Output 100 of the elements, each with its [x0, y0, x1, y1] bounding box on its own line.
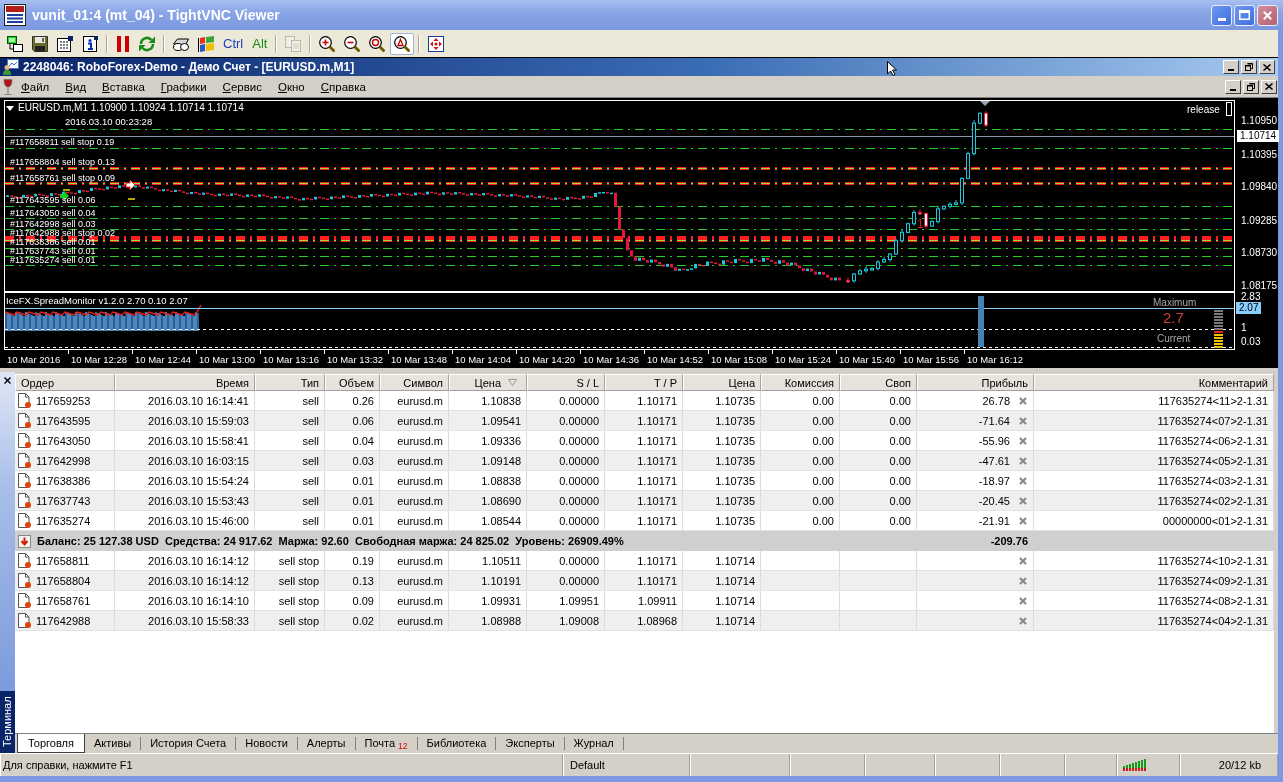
menu-item[interactable]: Файл	[13, 78, 58, 95]
table-cell: sell	[302, 494, 319, 507]
key-toggle-button[interactable]: Ctrl	[219, 32, 248, 55]
table-row[interactable]: 117658804 2016.03.10 16:14:12 sell stop 0.13 eurusd.m 1.10191 0.00000 1.10171 1.10714 117635274<09>2-1.31	[15, 571, 1274, 591]
table-row[interactable]: 117643595 2016.03.10 15:59:03 sell 0.06 eurusd.m 1.09541 0.00000 1.10171 1.10735 0.00 0.00 -71.64 117635274<07>2-1.31	[15, 411, 1274, 431]
table-cell: sell stop	[278, 594, 319, 607]
table-cell: 2016.03.10 15:46:00	[148, 514, 249, 527]
status-panel	[1000, 754, 1065, 776]
tab[interactable]: Алерты	[297, 737, 356, 750]
menu-item[interactable]: Вставка	[94, 78, 153, 95]
table-cell: 0.00000	[559, 554, 599, 567]
maximize-button[interactable]	[1234, 4, 1255, 26]
table-cell: 117643595	[36, 414, 91, 427]
table-cell: 0.13	[352, 574, 374, 587]
menu-item[interactable]: Графики	[152, 78, 215, 95]
table-cell: eurusd.m	[397, 494, 443, 507]
menu-item[interactable]: Справка	[312, 78, 374, 95]
column-header[interactable]: S / L	[527, 374, 605, 391]
tab[interactable]: Торговля	[17, 734, 85, 753]
restore-button[interactable]	[1241, 60, 1257, 74]
tab[interactable]: Журнал	[564, 737, 624, 750]
table-cell: -209.76	[990, 535, 1028, 547]
table-cell: 117643050	[36, 434, 91, 447]
tab[interactable]: Библиотека	[417, 737, 497, 750]
column-header[interactable]: Цена	[683, 374, 761, 391]
table-row[interactable]: 117642988 2016.03.10 15:58:33 sell stop 0.02 eurusd.m 1.08988 1.09008 1.08968 1.10714 117635274<04>2-1.31	[15, 611, 1274, 631]
tab[interactable]: Новости	[236, 737, 298, 750]
scale-label: 0.03	[1241, 336, 1261, 348]
tab[interactable]: Почта $_{12}$	[355, 737, 418, 750]
column-header[interactable]: Своп	[840, 374, 917, 391]
restore-button[interactable]	[1243, 79, 1259, 94]
table-cell: -55.96	[978, 434, 1010, 447]
column-header[interactable]: Тип	[255, 374, 325, 391]
close-icon	[1263, 63, 1271, 71]
table-row[interactable]: 117643050 2016.03.10 15:58:41 sell 0.04 eurusd.m 1.09336 0.00000 1.10171 1.10735 0.00 0.00 -55.96 117635274<06>2-1.31	[15, 431, 1274, 451]
column-header[interactable]: Время	[115, 374, 255, 391]
table-cell: 0.00000	[559, 414, 599, 427]
table-row[interactable]: 117637743 2016.03.10 15:53:43 sell 0.01 eurusd.m 1.08690 0.00000 1.10171 1.10735 0.00 0.00 -20.45 117635274<02>2-1.31	[15, 491, 1274, 511]
column-header[interactable]: Цена	[449, 374, 527, 391]
panel-title[interactable]: Терминал	[0, 691, 15, 753]
table-cell: 117635274<10>2-1.31	[1157, 554, 1268, 567]
keycaps-icon	[173, 36, 189, 51]
column-header[interactable]: Прибыль	[917, 374, 1034, 391]
table-cell: 117659253	[36, 394, 91, 407]
table-cell: 2016.03.10 16:14:12	[148, 554, 249, 567]
auto-zoom-button[interactable]	[390, 32, 415, 55]
column-header[interactable]: Комиссия	[761, 374, 840, 391]
close-icon[interactable]	[4, 377, 11, 384]
table-cell: 1.09541	[481, 414, 521, 427]
table-row[interactable]: 117642998 2016.03.10 16:03:15 sell 0.03 eurusd.m 1.09148 0.00000 1.10171 1.10735 0.00 0.00 -47.61 117635274<05>2-1.31	[15, 451, 1274, 471]
table-cell: 117635274<03>2-1.31	[1157, 474, 1268, 487]
table-cell: 0.06	[352, 414, 374, 427]
table-cell: 0.00	[812, 454, 834, 467]
table-cell: 117635274<05>2-1.31	[1157, 454, 1268, 467]
table-row[interactable]: 117638386 2016.03.10 15:54:24 sell 0.01 eurusd.m 1.08838 0.00000 1.10171 1.10735 0.00 0.00 -18.97 117635274<03>2-1.31	[15, 471, 1274, 491]
price-label: 1.09840	[1241, 181, 1278, 193]
time-label: 10 Mar 2016	[7, 354, 61, 365]
tab[interactable]: Эксперты	[496, 737, 565, 750]
table-cell: 1.10735	[715, 394, 755, 407]
minimize-icon	[1228, 69, 1234, 71]
time-label: 10 Mar 13:00	[199, 354, 255, 365]
key-toggle-button[interactable]: Alt	[248, 32, 272, 55]
scale-label: 1	[1241, 322, 1247, 334]
table-cell: 1.10714	[715, 554, 755, 567]
table-row[interactable]: 117658761 2016.03.10 16:14:10 sell stop 0.09 eurusd.m 1.09931 1.09951 1.09911 1.10714 117635274<08>2-1.31	[15, 591, 1274, 611]
column-header[interactable]: T / P	[605, 374, 683, 391]
table-cell: 1.10714	[715, 614, 755, 627]
table-cell: 117638386	[36, 474, 91, 487]
time-label: 10 Mar 14:36	[583, 354, 639, 365]
menu-item[interactable]: Сервис	[214, 78, 270, 95]
tab[interactable]: История Счета	[141, 737, 237, 750]
document-list-icon	[57, 35, 73, 52]
table-cell: 117635274	[36, 514, 91, 527]
table-cell: 2016.03.10 15:58:41	[148, 434, 249, 447]
table-cell: 117635274<09>2-1.31	[1157, 574, 1268, 587]
tab[interactable]: Активы	[84, 737, 142, 750]
current-spread-label: 2.07	[1236, 302, 1262, 314]
menu-item[interactable]: Окно	[269, 78, 313, 95]
magnifier-icon	[369, 35, 386, 52]
restore-icon	[1247, 82, 1255, 91]
table-cell: 1.09148	[481, 454, 521, 467]
table-cell: 2016.03.10 15:54:24	[148, 474, 249, 487]
minimize-icon	[1217, 17, 1226, 21]
profile-name: Default	[570, 759, 605, 771]
price-label: 1.08175	[1241, 280, 1278, 292]
price-label: 1.08730	[1241, 247, 1278, 259]
table-row[interactable]: 117658811 2016.03.10 16:14:12 sell stop 0.19 eurusd.m 1.10511 0.00000 1.10171 1.10714 117635274<10>2-1.31	[15, 551, 1274, 571]
column-header[interactable]: Объем	[325, 374, 380, 391]
time-label: 10 Mar 14:20	[519, 354, 575, 365]
table-cell: 0.00	[889, 514, 911, 527]
column-header[interactable]: Ордер	[15, 374, 115, 391]
table-cell: 117642988	[36, 614, 91, 627]
table-row[interactable]: 117659253 2016.03.10 16:14:41 sell 0.26 eurusd.m 1.10838 0.00000 1.10171 1.10735 0.00 0.00 26.78 117635274<11>2-1.31	[15, 391, 1274, 411]
column-header[interactable]: Комментарий	[1034, 374, 1274, 391]
column-header[interactable]: Символ	[380, 374, 449, 391]
document-icon	[18, 453, 31, 468]
menu-item[interactable]: Вид	[57, 78, 95, 95]
table-row[interactable]: 117635274 2016.03.10 15:46:00 sell 0.01 eurusd.m 1.08544 0.00000 1.10171 1.10735 0.00 0.00 -21.91 00000000<01>2-1.31	[15, 511, 1274, 531]
table-cell: -18.97	[978, 474, 1010, 487]
time-label: 10 Mar 13:48	[391, 354, 447, 365]
